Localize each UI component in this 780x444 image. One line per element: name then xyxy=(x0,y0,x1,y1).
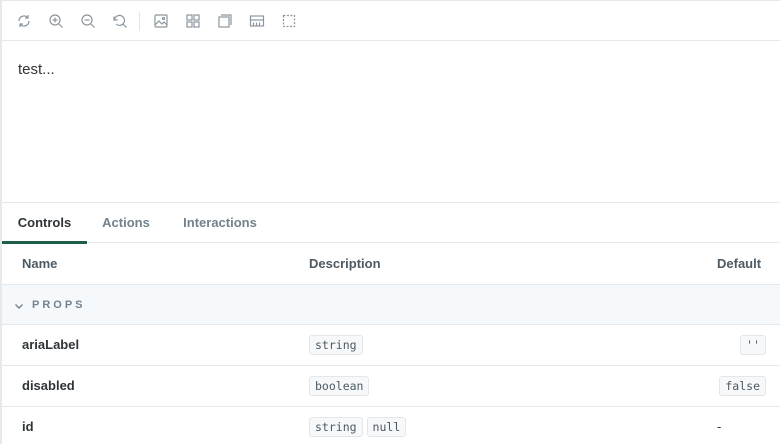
table-row: disabled boolean false xyxy=(2,366,780,407)
story-preview: test... xyxy=(2,42,780,202)
outline-icon[interactable] xyxy=(281,13,297,29)
addon-tabs: Controls Actions Interactions xyxy=(2,203,780,244)
viewport-icon[interactable] xyxy=(217,13,233,29)
table-row: id string null - xyxy=(2,407,780,444)
default-value: - xyxy=(717,419,722,434)
tab-actions-label: Actions xyxy=(102,215,150,230)
prop-types: boolean xyxy=(309,376,370,396)
column-header-description: Description xyxy=(309,256,381,271)
section-label: PROPS xyxy=(32,299,86,311)
tab-actions[interactable]: Actions xyxy=(97,203,155,243)
type-chip: string xyxy=(309,417,363,437)
grid-icon[interactable] xyxy=(185,13,201,29)
prop-name: disabled xyxy=(22,378,75,393)
section-toggle-props[interactable]: PROPS xyxy=(2,284,780,325)
column-header-default: Default xyxy=(717,256,762,271)
background-icon[interactable] xyxy=(153,13,169,29)
type-chip: null xyxy=(366,417,407,437)
preview-text: test... xyxy=(18,61,55,78)
zoom-in-icon[interactable] xyxy=(48,13,64,29)
tab-controls-label: Controls xyxy=(17,215,72,230)
tab-interactions[interactable]: Interactions xyxy=(177,203,263,243)
remount-icon[interactable] xyxy=(16,13,32,29)
toolbar-separator xyxy=(139,12,140,31)
tab-controls[interactable]: Controls xyxy=(2,203,87,244)
default-value: false xyxy=(719,376,766,396)
zoom-out-icon[interactable] xyxy=(80,13,96,29)
tab-interactions-label: Interactions xyxy=(183,215,257,230)
toolbar xyxy=(2,1,780,41)
chevron-down-icon xyxy=(13,299,25,311)
type-chip: string xyxy=(309,335,363,355)
table-row: ariaLabel string '' xyxy=(2,325,780,366)
type-chip: boolean xyxy=(309,376,370,396)
storybook-canvas: test... Controls Actions Interactions Na… xyxy=(0,0,780,444)
prop-name: id xyxy=(22,419,34,434)
reset-zoom-icon[interactable] xyxy=(112,13,128,29)
prop-types: string xyxy=(309,335,363,355)
addons-panel: Controls Actions Interactions Name Descr… xyxy=(2,202,780,444)
measure-icon[interactable] xyxy=(249,13,265,29)
column-header-name: Name xyxy=(22,256,58,271)
prop-name: ariaLabel xyxy=(22,337,80,352)
default-value: '' xyxy=(740,335,766,355)
prop-types: string null xyxy=(309,417,407,437)
